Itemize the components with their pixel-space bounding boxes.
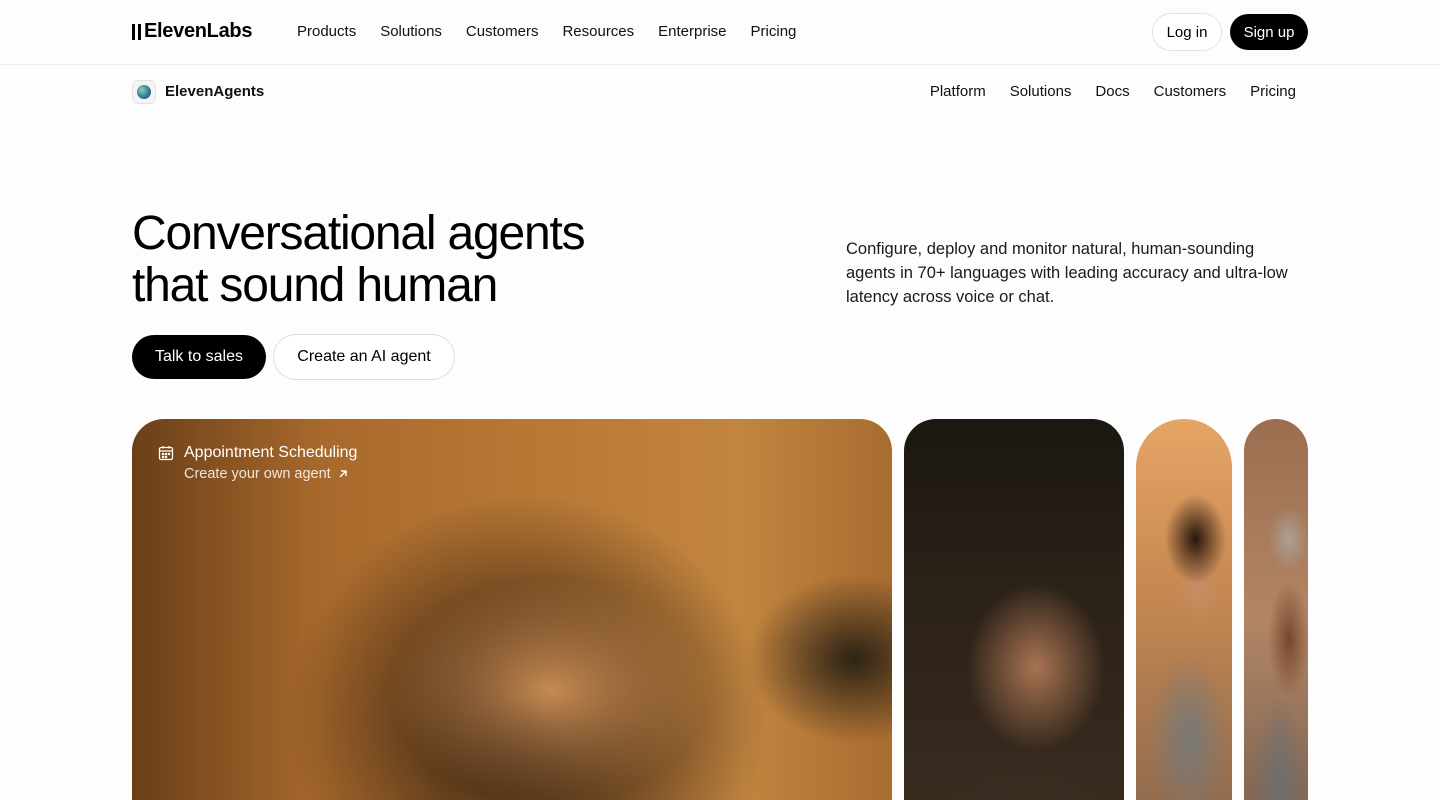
create-own-agent-link[interactable]: Create your own agent bbox=[184, 465, 357, 483]
eleven-agents-orb-icon bbox=[132, 80, 156, 104]
card-title: Appointment Scheduling bbox=[184, 444, 358, 461]
hero-title: Conversational agents that sound human bbox=[132, 208, 732, 312]
hero-title-line-1: Conversational agents bbox=[132, 207, 586, 260]
hero-title-line-2: that sound human bbox=[132, 259, 498, 312]
card-overlay: Appointment Scheduling Create your own a… bbox=[158, 443, 357, 483]
top-navigation: ElevenLabs Products Solutions Customers … bbox=[0, 0, 1440, 65]
submenu-item-docs[interactable]: Docs bbox=[1095, 83, 1129, 101]
logo-text: ElevenLabs bbox=[144, 20, 253, 42]
gallery-card-3[interactable] bbox=[1136, 419, 1232, 800]
talk-to-sales-button[interactable]: Talk to sales bbox=[132, 335, 266, 379]
create-agent-button[interactable]: Create an AI agent bbox=[273, 334, 455, 380]
submenu-item-customers[interactable]: Customers bbox=[1154, 83, 1227, 101]
product-brand-name: ElevenAgents bbox=[165, 83, 265, 100]
gallery-card-4[interactable] bbox=[1244, 419, 1308, 800]
arrow-up-right-icon bbox=[339, 470, 347, 478]
elevenlabs-logo[interactable]: ElevenLabs bbox=[132, 19, 252, 43]
menu-item-customers[interactable]: Customers bbox=[466, 23, 539, 41]
menu-item-enterprise[interactable]: Enterprise bbox=[658, 23, 726, 41]
logo-bars-icon bbox=[132, 23, 141, 40]
create-own-agent-label: Create your own agent bbox=[184, 466, 331, 482]
product-brand[interactable]: ElevenAgents bbox=[132, 80, 264, 104]
gallery-card-appointment-scheduling[interactable]: Appointment Scheduling Create your own a… bbox=[132, 419, 892, 800]
menu-item-pricing[interactable]: Pricing bbox=[751, 23, 797, 41]
submenu-item-solutions[interactable]: Solutions bbox=[1010, 83, 1072, 101]
gallery-card-2[interactable] bbox=[904, 419, 1124, 800]
login-button[interactable]: Log in bbox=[1152, 13, 1222, 51]
submenu-item-pricing[interactable]: Pricing bbox=[1250, 83, 1296, 101]
submenu-item-platform[interactable]: Platform bbox=[930, 83, 986, 101]
product-menu: Platform Solutions Docs Customers Pricin… bbox=[930, 83, 1296, 101]
calendar-icon bbox=[158, 446, 174, 461]
menu-item-resources[interactable]: Resources bbox=[562, 23, 634, 41]
hero-description: Configure, deploy and monitor natural, h… bbox=[846, 240, 1288, 306]
menu-item-solutions[interactable]: Solutions bbox=[380, 23, 442, 41]
main-menu: Products Solutions Customers Resources E… bbox=[297, 23, 796, 41]
card-title-row: Appointment Scheduling bbox=[158, 443, 357, 463]
menu-item-products[interactable]: Products bbox=[297, 23, 356, 41]
signup-button[interactable]: Sign up bbox=[1230, 14, 1308, 50]
